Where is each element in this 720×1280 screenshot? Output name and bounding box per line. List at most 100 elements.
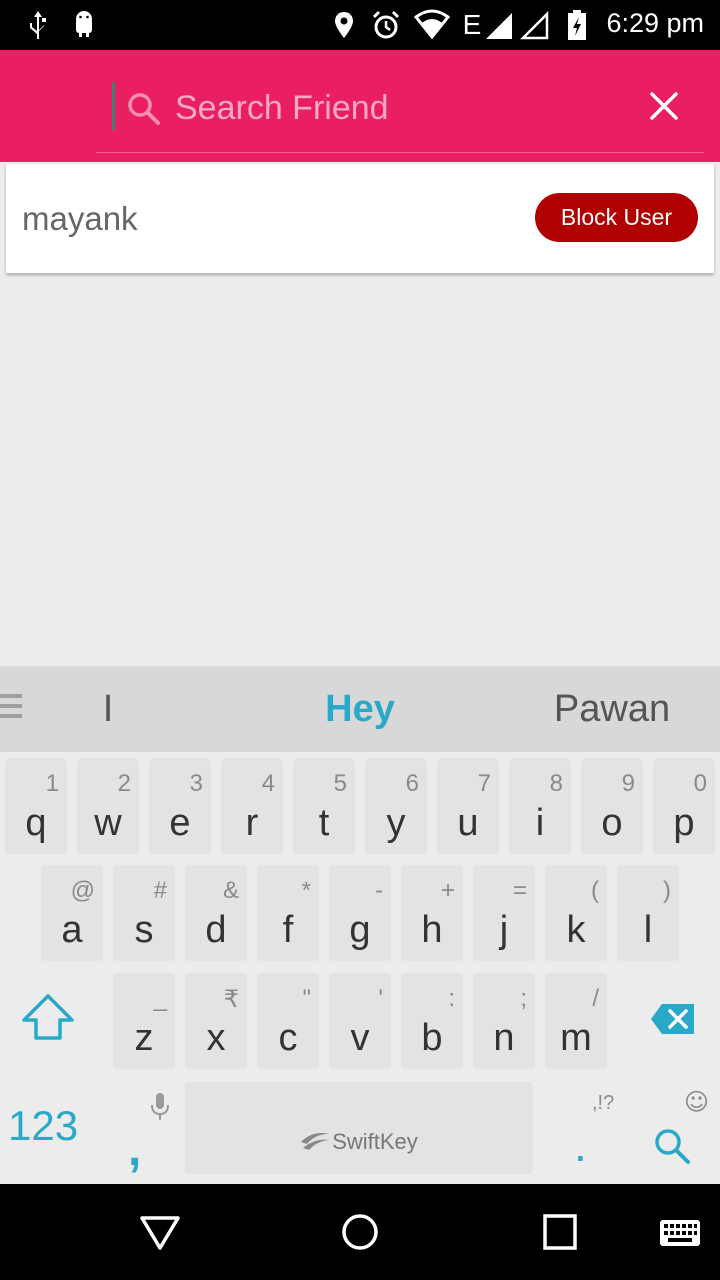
- status-bar: E 6:29 pm: [0, 0, 720, 50]
- key-u[interactable]: 7u: [437, 758, 499, 854]
- keyboard-suggestion-bar: I Hey Pawan: [0, 666, 720, 752]
- key-letter: w: [94, 802, 122, 844]
- key-hint: 3: [189, 770, 203, 797]
- key-i[interactable]: 8i: [509, 758, 571, 854]
- key-hint: /: [592, 985, 599, 1012]
- key-s[interactable]: # s: [113, 865, 175, 961]
- key-hint: +: [440, 877, 455, 904]
- keyboard-switch-icon[interactable]: [658, 1212, 702, 1252]
- key-letter: q: [25, 802, 47, 844]
- network-type-label: E: [462, 9, 482, 40]
- key-n[interactable]: ; n: [473, 973, 535, 1069]
- key-w[interactable]: 2w: [77, 758, 139, 854]
- key-p[interactable]: 0p: [653, 758, 715, 854]
- friend-result-card: mayank Block User: [6, 164, 714, 273]
- space-key-brand: SwiftKey: [332, 1129, 418, 1154]
- key-letter: p: [673, 802, 695, 844]
- key-o[interactable]: 9o: [581, 758, 643, 854]
- key-r[interactable]: 4r: [221, 758, 283, 854]
- key-hint: ₹: [223, 986, 239, 1013]
- wifi-icon: [414, 9, 450, 40]
- period-key[interactable]: ,!? .: [556, 1092, 616, 1172]
- key-c[interactable]: " c: [257, 973, 319, 1069]
- key-hint: ": [302, 985, 311, 1012]
- key-z[interactable]: _ z: [113, 973, 175, 1069]
- key-hint: ;: [520, 985, 527, 1012]
- backspace-key[interactable]: [650, 1002, 696, 1036]
- key-j[interactable]: = j: [473, 865, 535, 961]
- comma-label: ,: [128, 1123, 142, 1176]
- home-icon[interactable]: [338, 1212, 382, 1252]
- key-d[interactable]: & d: [185, 865, 247, 961]
- numbers-key[interactable]: 123: [8, 1102, 78, 1150]
- shift-key[interactable]: [18, 992, 78, 1048]
- key-letter: e: [169, 802, 191, 844]
- suggestion-left[interactable]: I: [60, 688, 156, 731]
- menu-icon[interactable]: [0, 694, 22, 722]
- search-underline: [96, 152, 704, 153]
- key-f[interactable]: * f: [257, 865, 319, 961]
- suggestion-center[interactable]: Hey: [280, 688, 440, 731]
- key-hint: @: [70, 877, 95, 904]
- period-key-hint: ,!?: [592, 1092, 615, 1114]
- key-y[interactable]: 6y: [365, 758, 427, 854]
- key-hint: -: [375, 877, 383, 904]
- screen: E 6:29 pm mayank Block User: [0, 0, 720, 1280]
- key-letter: j: [499, 909, 509, 951]
- text-cursor: [112, 82, 115, 130]
- space-key[interactable]: SwiftKey: [185, 1082, 533, 1174]
- key-b[interactable]: :b: [401, 973, 463, 1069]
- suggestion-right[interactable]: Pawan: [520, 688, 704, 731]
- key-e[interactable]: 3e: [149, 758, 211, 854]
- key-hint: 7: [477, 770, 491, 797]
- key-letter: y: [386, 802, 406, 844]
- signal-icon-1: [486, 13, 512, 39]
- key-v[interactable]: ' v: [329, 973, 391, 1069]
- key-letter: c: [278, 1017, 298, 1059]
- key-letter: r: [245, 802, 259, 844]
- key-m[interactable]: / m: [545, 973, 607, 1069]
- key-hint: 8: [549, 770, 563, 797]
- key-l[interactable]: ) l: [617, 865, 679, 961]
- key-hint: 1: [45, 770, 59, 797]
- key-hint: #: [153, 877, 167, 904]
- microphone-icon: [151, 1093, 169, 1120]
- android-icon: [76, 11, 92, 37]
- back-icon[interactable]: [138, 1212, 182, 1252]
- comma-key[interactable]: ,: [128, 1092, 169, 1176]
- search-input[interactable]: [175, 86, 615, 130]
- alarm-icon: [372, 10, 400, 39]
- key-hint: ': [378, 985, 383, 1012]
- signal-icon-2: [520, 10, 549, 40]
- battery-charging-icon: [568, 10, 586, 40]
- block-user-button[interactable]: Block User: [535, 193, 698, 242]
- key-hint: &: [222, 877, 239, 904]
- key-t[interactable]: 5t: [293, 758, 355, 854]
- key-letter: m: [560, 1017, 592, 1059]
- key-letter: x: [206, 1017, 226, 1059]
- key-letter: t: [318, 802, 330, 844]
- key-letter: g: [349, 909, 371, 951]
- emoji-icon: ☺: [684, 1088, 710, 1116]
- key-letter: n: [493, 1017, 515, 1059]
- key-hint: *: [301, 877, 311, 904]
- close-button[interactable]: [644, 86, 684, 126]
- location-icon: [335, 12, 353, 38]
- key-h[interactable]: + h: [401, 865, 463, 961]
- period-label: .: [574, 1119, 587, 1171]
- key-g[interactable]: -g: [329, 865, 391, 961]
- key-hint: _: [153, 985, 167, 1012]
- key-q[interactable]: 1q: [5, 758, 67, 854]
- search-action-key[interactable]: ☺: [636, 1088, 716, 1178]
- status-time: 6:29 pm: [606, 8, 704, 38]
- close-icon: [650, 92, 678, 120]
- recents-icon[interactable]: [538, 1212, 582, 1252]
- key-hint: =: [512, 877, 527, 904]
- key-x[interactable]: ₹ x: [185, 973, 247, 1069]
- key-k[interactable]: (k: [545, 865, 607, 961]
- key-hint: (: [591, 877, 599, 904]
- key-letter: k: [566, 909, 586, 951]
- key-a[interactable]: @ a: [41, 865, 103, 961]
- keyboard-search-icon: [655, 1129, 690, 1164]
- keyboard: 1q2w3e4r5t6y7u8i9o0p @ a # s & d * f - g + h = j(k) l …: [0, 752, 720, 1184]
